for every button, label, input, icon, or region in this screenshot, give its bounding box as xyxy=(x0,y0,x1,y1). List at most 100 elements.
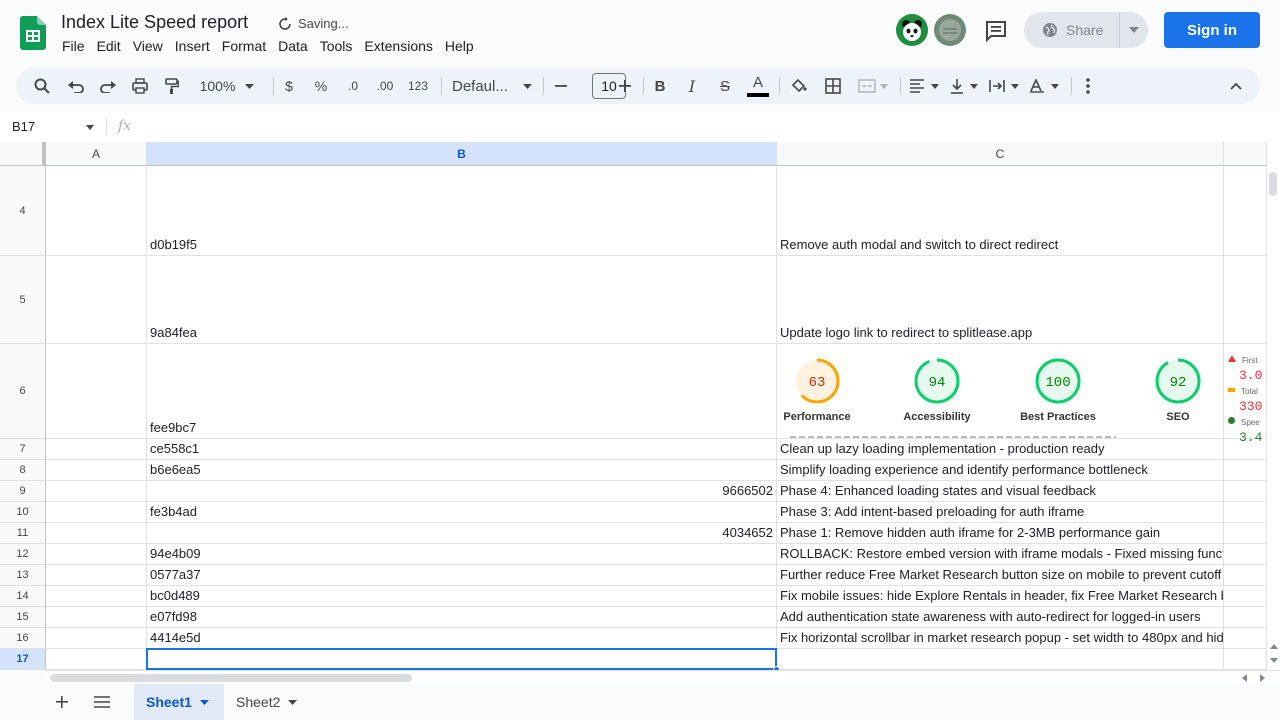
cell-c8[interactable]: Simplify loading experience and identify… xyxy=(777,460,1224,481)
row-header-11[interactable]: 11 xyxy=(0,523,46,544)
scroll-up-icon[interactable] xyxy=(1270,644,1278,649)
scroll-left-icon[interactable] xyxy=(1242,674,1247,682)
cell-a17[interactable] xyxy=(46,649,147,670)
cell-a9[interactable] xyxy=(46,481,147,502)
increase-font-size-button[interactable] xyxy=(616,68,634,104)
column-header-c[interactable]: C xyxy=(777,142,1224,166)
row-header-6[interactable]: 6 xyxy=(0,344,46,439)
all-sheets-button[interactable] xyxy=(88,684,116,720)
row-header-17[interactable]: 17 xyxy=(0,649,46,670)
cell-b13[interactable]: 0577a37 xyxy=(147,565,777,586)
scroll-down-icon[interactable] xyxy=(1270,658,1278,663)
cell-c15[interactable]: Add authentication state awareness with … xyxy=(777,607,1224,628)
share-button[interactable]: Share xyxy=(1024,12,1148,48)
cell-b5[interactable]: 9a84fea xyxy=(147,256,777,344)
paint-format-button[interactable] xyxy=(158,68,186,104)
collapse-toolbar-button[interactable] xyxy=(1224,68,1248,104)
horizontal-scroll-thumb[interactable] xyxy=(50,674,412,682)
row-header-9[interactable]: 9 xyxy=(0,481,46,502)
comment-icon[interactable] xyxy=(983,18,1009,44)
search-menus-button[interactable] xyxy=(28,68,56,104)
decrease-decimal-button[interactable]: .0 xyxy=(340,68,366,104)
strikethrough-button[interactable]: S xyxy=(714,68,736,104)
cell-a7[interactable] xyxy=(46,439,147,460)
row-header-14[interactable]: 14 xyxy=(0,586,46,607)
cell-c14[interactable]: Fix mobile issues: hide Explore Rentals … xyxy=(777,586,1224,607)
text-wrapping-button[interactable] xyxy=(986,68,1022,104)
row-header-16[interactable]: 16 xyxy=(0,628,46,649)
menu-file[interactable]: File xyxy=(62,38,91,54)
cell-b11[interactable]: 4034652 xyxy=(147,523,777,544)
cell-c5[interactable]: Update logo link to redirect to splitlea… xyxy=(777,256,1224,344)
sign-in-button[interactable]: Sign in xyxy=(1164,12,1260,48)
cell-c17[interactable] xyxy=(777,649,1224,670)
formula-input[interactable] xyxy=(146,118,1246,136)
cell-b16[interactable]: 4414e5d xyxy=(147,628,777,649)
menu-insert[interactable]: Insert xyxy=(175,38,216,54)
cell-c16[interactable]: Fix horizontal scrollbar in market resea… xyxy=(777,628,1224,649)
row-header-10[interactable]: 10 xyxy=(0,502,46,523)
column-header-a[interactable]: A xyxy=(46,142,147,166)
font-select[interactable]: Defaul... xyxy=(452,68,532,104)
menu-extensions[interactable]: Extensions xyxy=(364,38,438,54)
scroll-right-icon[interactable] xyxy=(1260,674,1265,682)
tab-sheet1[interactable]: Sheet1 xyxy=(134,684,224,720)
column-header-b[interactable]: B xyxy=(147,142,777,166)
sheets-logo-icon[interactable] xyxy=(20,16,46,50)
cell-a16[interactable] xyxy=(46,628,147,649)
cell-c12[interactable]: ROLLBACK: Restore embed version with ifr… xyxy=(777,544,1224,565)
add-sheet-button[interactable] xyxy=(48,684,76,720)
cell-c11[interactable]: Phase 1: Remove hidden auth iframe for 2… xyxy=(777,523,1224,544)
bold-button[interactable]: B xyxy=(650,68,670,104)
row-header-5[interactable]: 5 xyxy=(0,256,46,344)
zoom-select[interactable]: 100% xyxy=(194,68,260,104)
print-button[interactable] xyxy=(126,68,154,104)
menu-data[interactable]: Data xyxy=(278,38,314,54)
text-rotation-button[interactable] xyxy=(1026,68,1062,104)
text-color-button[interactable]: A xyxy=(746,68,770,104)
cell-c4[interactable]: Remove auth modal and switch to direct r… xyxy=(777,166,1224,256)
borders-button[interactable] xyxy=(820,68,846,104)
cell-a14[interactable] xyxy=(46,586,147,607)
cell-a8[interactable] xyxy=(46,460,147,481)
cell-a12[interactable] xyxy=(46,544,147,565)
collaborator-avatar-2[interactable] xyxy=(934,14,966,46)
cell-b6[interactable]: fee9bc7 xyxy=(147,344,777,439)
cell-c10[interactable]: Phase 3: Add intent-based preloading for… xyxy=(777,502,1224,523)
cell-a10[interactable] xyxy=(46,502,147,523)
increase-decimal-button[interactable]: .00 xyxy=(372,68,398,104)
row-header-4[interactable]: 4 xyxy=(0,166,46,256)
more-options-button[interactable] xyxy=(1078,68,1098,104)
row-header-15[interactable]: 15 xyxy=(0,607,46,628)
tab-sheet2[interactable]: Sheet2 xyxy=(224,684,314,720)
collaborator-avatar[interactable] xyxy=(896,14,928,46)
row-header-8[interactable]: 8 xyxy=(0,460,46,481)
menu-view[interactable]: View xyxy=(133,38,169,54)
doc-title[interactable]: Index Lite Speed report xyxy=(61,12,248,33)
menu-tools[interactable]: Tools xyxy=(320,38,359,54)
horizontal-align-button[interactable] xyxy=(906,68,942,104)
cell-b7[interactable]: ce558c1 xyxy=(147,439,777,460)
redo-button[interactable] xyxy=(94,68,122,104)
vertical-align-button[interactable] xyxy=(946,68,982,104)
name-box[interactable]: B17 xyxy=(12,119,35,134)
cell-c13[interactable]: Further reduce Free Market Research butt… xyxy=(777,565,1224,586)
fill-color-button[interactable] xyxy=(786,68,812,104)
row-header-13[interactable]: 13 xyxy=(0,565,46,586)
percent-format-button[interactable]: % xyxy=(310,68,332,104)
undo-button[interactable] xyxy=(62,68,90,104)
horizontal-scrollbar[interactable] xyxy=(46,670,1280,684)
decrease-font-size-button[interactable] xyxy=(552,68,570,104)
cell-a15[interactable] xyxy=(46,607,147,628)
cell-a13[interactable] xyxy=(46,565,147,586)
cell-a4[interactable] xyxy=(46,166,147,256)
cell-c9[interactable]: Phase 4: Enhanced loading states and vis… xyxy=(777,481,1224,502)
italic-button[interactable]: I xyxy=(682,68,702,104)
cell-a11[interactable] xyxy=(46,523,147,544)
currency-format-button[interactable]: $ xyxy=(278,68,300,104)
vertical-scroll-thumb[interactable] xyxy=(1269,172,1277,196)
cell-b4[interactable]: d0b19f5 xyxy=(147,166,777,256)
cell-b14[interactable]: bc0d489 xyxy=(147,586,777,607)
cell-b15[interactable]: e07fd98 xyxy=(147,607,777,628)
cell-a6[interactable] xyxy=(46,344,147,439)
